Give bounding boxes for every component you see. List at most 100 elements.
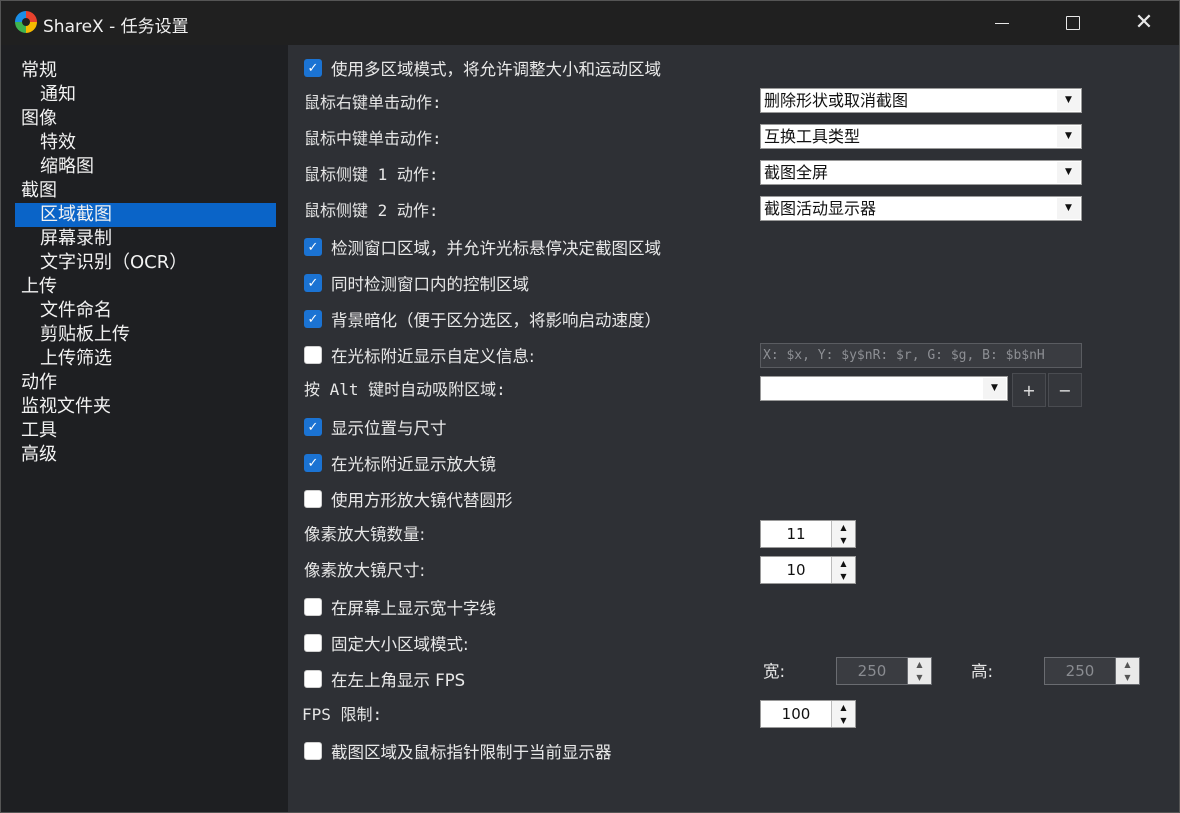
minimize-icon: [995, 22, 1009, 24]
chevron-down-icon[interactable]: ▼: [1057, 198, 1080, 219]
magnifier-count-spinner[interactable]: 11 ▲ ▼: [760, 520, 856, 548]
arrow-up-icon[interactable]: ▲: [908, 658, 931, 672]
magnifier-size-label: 像素放大镜尺寸:: [304, 561, 426, 580]
arrow-down-icon[interactable]: ▼: [832, 714, 855, 727]
detect-windows-checkbox-row[interactable]: ✓ 检测窗口区域，并允许光标悬停决定截图区域: [304, 233, 661, 261]
check-icon[interactable]: ✓: [304, 418, 322, 436]
chevron-down-icon[interactable]: ▼: [1057, 90, 1080, 111]
checkbox-empty[interactable]: [304, 670, 322, 688]
multi-region-label: 使用多区域模式，将允许调整大小和运动区域: [331, 60, 661, 79]
dim-background-checkbox-row[interactable]: ✓ 背景暗化（便于区分选区，将影响启动速度）: [304, 305, 661, 333]
chevron-down-icon[interactable]: ▼: [1057, 162, 1080, 183]
custom-info-checkbox-row[interactable]: 在光标附近显示自定义信息:: [304, 341, 535, 369]
show-magnifier-checkbox-row[interactable]: ✓ 在光标附近显示放大镜: [304, 449, 496, 477]
side-key1-select[interactable]: 截图全屏 ▼: [760, 160, 1082, 185]
side-key1-label: 鼠标侧键 1 动作:: [304, 165, 439, 184]
right-click-select[interactable]: 删除形状或取消截图 ▼: [760, 88, 1082, 113]
checkbox-empty[interactable]: [304, 634, 322, 652]
middle-click-value: 互换工具类型: [764, 127, 861, 146]
settings-window: ShareX - 任务设置 ✕ 常规 通知 图像 特效 缩略图 截图 区域截图 …: [0, 0, 1180, 813]
check-icon[interactable]: ✓: [304, 454, 322, 472]
show-position-checkbox-row[interactable]: ✓ 显示位置与尺寸: [304, 413, 447, 441]
detect-windows-label: 检测窗口区域，并允许光标悬停决定截图区域: [331, 239, 661, 258]
minimize-button[interactable]: [967, 1, 1037, 45]
arrow-down-icon[interactable]: ▼: [832, 570, 855, 583]
remove-button[interactable]: −: [1048, 373, 1082, 407]
side-key2-label: 鼠标侧键 2 动作:: [304, 201, 439, 220]
alt-snap-select[interactable]: ▼: [760, 376, 1008, 401]
checkbox-empty[interactable]: [304, 598, 322, 616]
middle-click-label: 鼠标中键单击动作:: [304, 129, 442, 148]
close-button[interactable]: ✕: [1109, 1, 1179, 45]
sidebar-item-tools[interactable]: 工具: [21, 419, 57, 443]
sidebar-item-upload[interactable]: 上传: [21, 275, 57, 299]
detect-controls-checkbox-row[interactable]: ✓ 同时检测窗口内的控制区域: [304, 269, 529, 297]
check-icon[interactable]: ✓: [304, 274, 322, 292]
arrow-down-icon[interactable]: ▼: [832, 534, 855, 547]
side-key1-value: 截图全屏: [764, 163, 829, 182]
arrow-down-icon[interactable]: ▼: [1116, 671, 1139, 684]
sidebar-item-image[interactable]: 图像: [21, 107, 57, 131]
alt-snap-label: 按 Alt 键时自动吸附区域:: [304, 380, 506, 399]
side-key2-select[interactable]: 截图活动显示器 ▼: [760, 196, 1082, 221]
magnifier-size-spinner[interactable]: 10 ▲ ▼: [760, 556, 856, 584]
checkbox-empty[interactable]: [304, 490, 322, 508]
arrow-up-icon[interactable]: ▲: [1116, 658, 1139, 672]
sidebar-item-region-capture[interactable]: 区域截图: [15, 203, 276, 227]
sidebar-item-advanced[interactable]: 高级: [21, 443, 57, 467]
arrow-up-icon[interactable]: ▲: [832, 521, 855, 535]
sidebar-item-ocr[interactable]: 文字识别（OCR）: [40, 251, 187, 275]
width-spinner[interactable]: 250 ▲ ▼: [836, 657, 932, 685]
show-magnifier-label: 在光标附近显示放大镜: [331, 455, 496, 474]
crosshair-checkbox-row[interactable]: 在屏幕上显示宽十字线: [304, 593, 496, 621]
show-fps-checkbox-row[interactable]: 在左上角显示 FPS: [304, 665, 465, 693]
checkbox-empty[interactable]: [304, 346, 322, 364]
limit-monitor-checkbox-row[interactable]: 截图区域及鼠标指针限制于当前显示器: [304, 737, 612, 765]
sidebar-item-upload-filters[interactable]: 上传筛选: [40, 347, 112, 371]
check-icon[interactable]: ✓: [304, 59, 322, 77]
show-fps-label: 在左上角显示 FPS: [331, 671, 466, 690]
arrow-up-icon[interactable]: ▲: [832, 557, 855, 571]
square-magnifier-checkbox-row[interactable]: 使用方形放大镜代替圆形: [304, 485, 513, 513]
sidebar-item-capture[interactable]: 截图: [21, 179, 57, 203]
width-value[interactable]: 250: [837, 658, 907, 684]
fps-limit-value[interactable]: 100: [761, 701, 831, 727]
sidebar-item-actions[interactable]: 动作: [21, 371, 57, 395]
sidebar-item-thumbnail[interactable]: 缩略图: [40, 155, 94, 179]
maximize-button[interactable]: [1038, 1, 1108, 45]
sidebar-item-effects[interactable]: 特效: [40, 131, 76, 155]
check-icon[interactable]: ✓: [304, 238, 322, 256]
width-label: 宽:: [763, 662, 786, 681]
custom-info-input[interactable]: X: $x, Y: $y$nR: $r, G: $g, B: $b$nH: [760, 343, 1082, 368]
sidebar-item-screen-recording[interactable]: 屏幕录制: [40, 227, 112, 251]
add-button[interactable]: +: [1012, 373, 1046, 407]
detect-controls-label: 同时检测窗口内的控制区域: [331, 275, 529, 294]
fps-limit-spinner[interactable]: 100 ▲ ▼: [760, 700, 856, 728]
sidebar-item-notifications[interactable]: 通知: [40, 83, 76, 107]
middle-click-select[interactable]: 互换工具类型 ▼: [760, 124, 1082, 149]
square-magnifier-label: 使用方形放大镜代替圆形: [331, 491, 513, 510]
magnifier-size-value[interactable]: 10: [761, 557, 831, 583]
fixed-size-label: 固定大小区域模式:: [331, 635, 469, 654]
sidebar-item-file-naming[interactable]: 文件命名: [40, 299, 112, 323]
arrow-up-icon[interactable]: ▲: [832, 701, 855, 715]
chevron-down-icon[interactable]: ▼: [1057, 126, 1080, 147]
checkbox-empty[interactable]: [304, 742, 322, 760]
title-bar[interactable]: ShareX - 任务设置 ✕: [1, 1, 1179, 45]
custom-info-label: 在光标附近显示自定义信息:: [331, 347, 535, 366]
height-label: 高:: [971, 662, 994, 681]
chevron-down-icon[interactable]: ▼: [983, 378, 1006, 399]
sidebar-item-clipboard-upload[interactable]: 剪贴板上传: [40, 323, 130, 347]
arrow-down-icon[interactable]: ▼: [908, 671, 931, 684]
magnifier-count-label: 像素放大镜数量:: [304, 525, 426, 544]
close-icon: ✕: [1134, 10, 1154, 35]
height-spinner[interactable]: 250 ▲ ▼: [1044, 657, 1140, 685]
fixed-size-checkbox-row[interactable]: 固定大小区域模式:: [304, 629, 469, 657]
dim-background-label: 背景暗化（便于区分选区，将影响启动速度）: [331, 311, 661, 330]
height-value[interactable]: 250: [1045, 658, 1115, 684]
sidebar-item-watch-folders[interactable]: 监视文件夹: [21, 395, 111, 419]
magnifier-count-value[interactable]: 11: [761, 521, 831, 547]
sidebar-item-general[interactable]: 常规: [21, 59, 57, 83]
multi-region-checkbox-row[interactable]: ✓ 使用多区域模式，将允许调整大小和运动区域: [304, 54, 661, 82]
check-icon[interactable]: ✓: [304, 310, 322, 328]
